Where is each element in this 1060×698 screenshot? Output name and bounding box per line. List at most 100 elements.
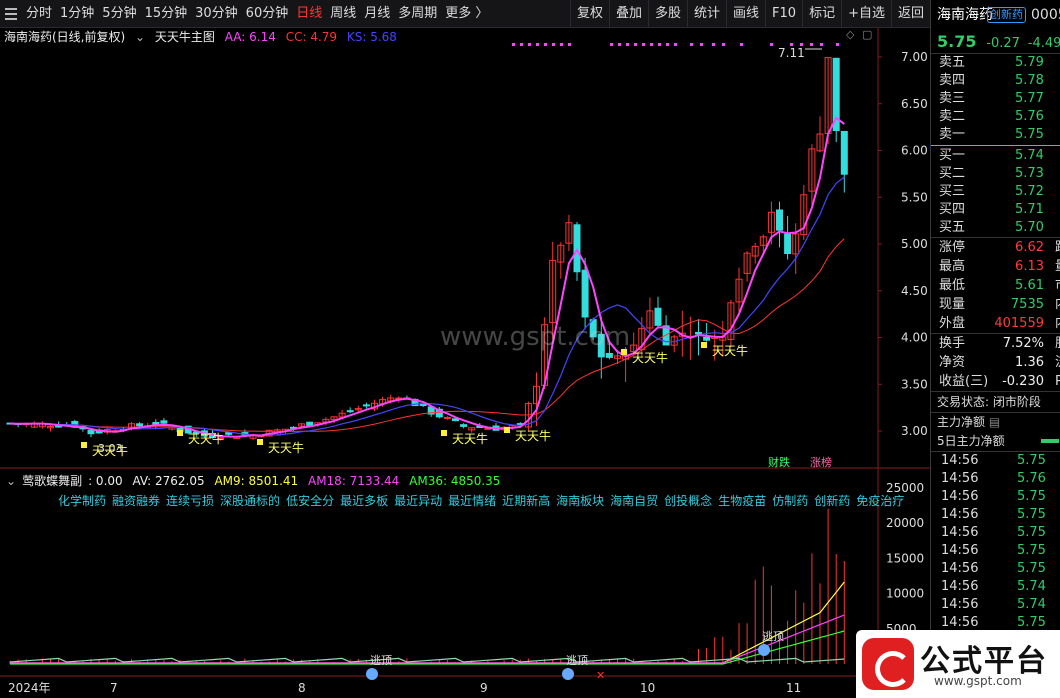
signal-dot bbox=[544, 43, 547, 46]
cc-value: CC: 4.79 bbox=[285, 30, 338, 44]
corner-tag: 财跌 bbox=[768, 455, 790, 469]
candle-body bbox=[840, 130, 848, 175]
signal-label: 天天牛 bbox=[92, 443, 128, 458]
concept-tag[interactable]: 最近多板 bbox=[340, 494, 388, 508]
stat-value: 6.62 bbox=[1015, 240, 1044, 255]
signal-dot bbox=[690, 43, 693, 46]
main-flow-5d-row: 5日主力净额 bbox=[931, 432, 1060, 451]
concept-tag[interactable]: 连续亏损 bbox=[166, 494, 214, 508]
sector-tag[interactable]: 创新药 bbox=[987, 7, 1026, 23]
candle-body bbox=[136, 423, 144, 427]
tick-row: 14:56 5.75 bbox=[931, 452, 1060, 470]
level-price: 5.73 bbox=[1015, 166, 1044, 181]
butterfly-icon: ✕ bbox=[596, 669, 605, 682]
concept-tag[interactable]: 创投概念 bbox=[664, 494, 712, 508]
concept-tag[interactable]: 免疫治疗 bbox=[856, 494, 904, 508]
corner-tag: 涨榜 bbox=[810, 455, 832, 469]
tick-row: 14:56 5.75 bbox=[931, 560, 1060, 578]
level-label: 买三 bbox=[939, 184, 966, 199]
tick-time: 14:56 bbox=[941, 579, 979, 594]
signal-dot bbox=[520, 43, 523, 46]
volume-tick: 20000 bbox=[886, 516, 924, 530]
candle-body bbox=[581, 269, 589, 318]
candle-body bbox=[362, 404, 370, 407]
tick-row: 14:56 5.76 bbox=[931, 470, 1060, 488]
time-tick: 2024年 bbox=[8, 681, 51, 695]
level-label: 买二 bbox=[939, 166, 966, 181]
concept-tag[interactable]: 低安全分 bbox=[286, 494, 334, 508]
ask-row[interactable]: 卖三 5.77 bbox=[931, 90, 1060, 108]
time-tick: 11 bbox=[786, 681, 801, 695]
concept-tag[interactable]: 深股通标的 bbox=[220, 494, 280, 508]
concept-tag[interactable]: 生物疫苗 bbox=[718, 494, 766, 508]
stat-suffix: 内 bbox=[1055, 295, 1060, 314]
stat-value: 401559 bbox=[994, 316, 1044, 331]
am9-line bbox=[10, 581, 845, 664]
stats-list-2: 换手 7.52% 股净资 1.36 流收益(三) -0.230 PE bbox=[931, 334, 1060, 391]
logo-icon bbox=[862, 638, 914, 690]
main-flow-5d-label: 5日主力净额 bbox=[937, 434, 1005, 448]
stats-list: 涨停6.62跌最高6.13量最低5.61市现量7535内外盘401559内 bbox=[931, 238, 1060, 333]
bid-list: 买一 5.74 买二 5.73 买三 5.72 买四 5.71 买五 5.70 bbox=[931, 147, 1060, 237]
signal-dot bbox=[700, 43, 703, 46]
stat-label: 外盘 bbox=[939, 316, 966, 331]
concept-tag[interactable]: 融资融券 bbox=[112, 494, 160, 508]
tick-price: 5.75 bbox=[1017, 543, 1046, 558]
collapse-icon[interactable]: ⌄ bbox=[6, 474, 16, 488]
ask-row[interactable]: 卖二 5.76 bbox=[931, 108, 1060, 126]
bid-row[interactable]: 买四 5.71 bbox=[931, 201, 1060, 219]
price-change: -0.27 bbox=[986, 36, 1020, 51]
indicator-name[interactable]: 天天牛主图 bbox=[155, 30, 215, 44]
collapse-icon[interactable]: ⌄ bbox=[135, 30, 145, 44]
candle-body bbox=[87, 429, 95, 435]
high-marker: 7.11 bbox=[778, 46, 805, 60]
concept-tag[interactable]: 最近情绪 bbox=[448, 494, 496, 508]
sub-indicator-name[interactable]: 莺歌蝶舞副 bbox=[22, 474, 82, 488]
concept-tag[interactable]: 仿制药 bbox=[772, 494, 808, 508]
signal-label: 天天牛 bbox=[452, 431, 488, 446]
concept-tag[interactable]: 近期新高 bbox=[502, 494, 550, 508]
signal-label: 天天牛 bbox=[188, 431, 224, 446]
table-icon[interactable]: ▤ bbox=[989, 415, 1000, 429]
bid-row[interactable]: 买一 5.74 bbox=[931, 147, 1060, 165]
ks-line bbox=[9, 176, 845, 437]
tick-time: 14:56 bbox=[941, 561, 979, 576]
stat-label: 最低 bbox=[939, 278, 966, 293]
main-chart-info: 海南海药(日线,前复权) ⌄ 天天牛主图 AA: 6.14 CC: 4.79 K… bbox=[4, 28, 403, 46]
bid-row[interactable]: 买二 5.73 bbox=[931, 165, 1060, 183]
candle-body bbox=[346, 410, 354, 413]
level-label: 买五 bbox=[939, 220, 966, 235]
price-tick: 5.00 bbox=[901, 237, 928, 251]
ask-row[interactable]: 卖五 5.79 bbox=[931, 54, 1060, 72]
candle-body bbox=[654, 307, 662, 326]
concept-tag[interactable]: 海南板块 bbox=[556, 494, 604, 508]
tick-price: 5.74 bbox=[1017, 579, 1046, 594]
bid-row[interactable]: 买三 5.72 bbox=[931, 183, 1060, 201]
last-price: 5.75 bbox=[937, 32, 977, 51]
concept-tag[interactable]: 最近异动 bbox=[394, 494, 442, 508]
candle-body bbox=[695, 332, 702, 335]
am36-value: AM36: 4850.35 bbox=[409, 474, 501, 488]
tick-time: 14:56 bbox=[941, 525, 979, 540]
concept-tag[interactable]: 创新药 bbox=[814, 494, 850, 508]
candle-body bbox=[605, 352, 613, 358]
stat-label: 收益(三) bbox=[939, 374, 989, 389]
concept-tag[interactable]: 化学制药 bbox=[58, 494, 106, 508]
volume-tick: 10000 bbox=[886, 587, 924, 601]
main-flow-row[interactable]: 主力净额 ▤ bbox=[931, 413, 1060, 432]
bid-row[interactable]: 买五 5.70 bbox=[931, 219, 1060, 237]
time-tick: 9 bbox=[480, 681, 488, 695]
signal-dot bbox=[610, 43, 613, 46]
signal-box bbox=[257, 439, 263, 445]
concept-tag[interactable]: 海南自贸 bbox=[610, 494, 658, 508]
signal-label: 天天牛 bbox=[268, 440, 304, 455]
candle-body bbox=[703, 336, 711, 341]
signal-dot bbox=[740, 43, 743, 46]
stat-row: 涨停 6.62 跌 bbox=[931, 238, 1060, 257]
level-label: 卖二 bbox=[939, 109, 966, 124]
ask-row[interactable]: 卖四 5.78 bbox=[931, 72, 1060, 90]
signal-dot bbox=[770, 43, 773, 46]
stat-label: 涨停 bbox=[939, 240, 966, 255]
ask-row[interactable]: 卖一 5.75 bbox=[931, 126, 1060, 144]
level-price: 5.79 bbox=[1015, 55, 1044, 70]
